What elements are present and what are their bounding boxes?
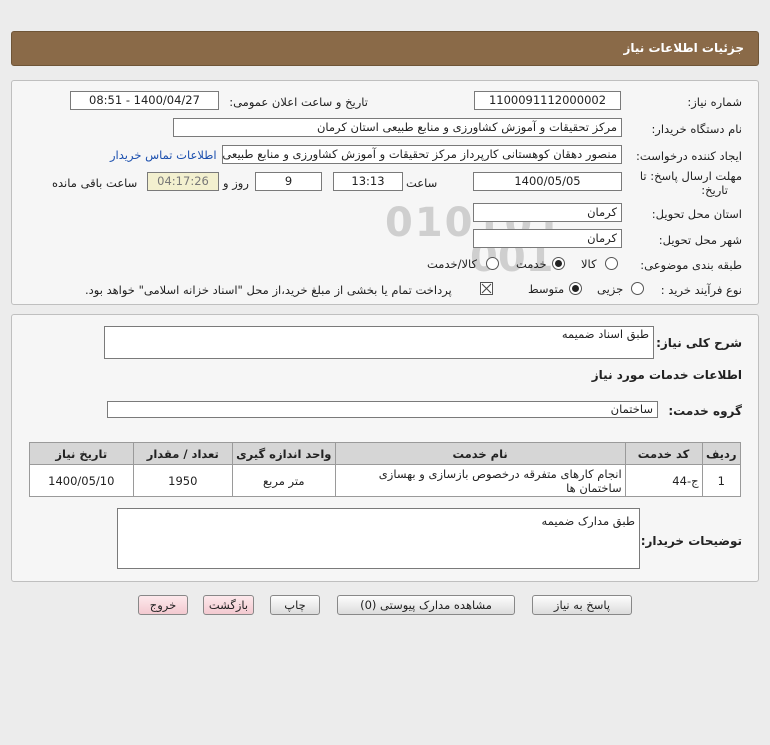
- payment-note: پرداخت تمام یا بخشی از مبلغ خرید،از محل …: [85, 283, 452, 297]
- checkbox-x-icon: [481, 283, 492, 294]
- remaining-time-field: 04:17:26: [147, 172, 219, 191]
- buyer-org-label: نام دستگاه خریدار:: [651, 122, 742, 136]
- contact-info-link[interactable]: اطلاعات تماس خریدار: [110, 148, 217, 162]
- col-row-header: ردیف: [701, 442, 742, 465]
- table-header-row: ردیف کد خدمت نام خدمت واحد اندازه گیری ت…: [29, 442, 742, 465]
- print-button[interactable]: چاپ: [270, 595, 320, 615]
- category-radio-goods-service[interactable]: [486, 257, 499, 270]
- col-unit-header: واحد اندازه گیری: [232, 442, 336, 465]
- deadline-label-2: تاریخ:: [701, 183, 728, 197]
- category-option-goods: کالا: [581, 257, 597, 271]
- service-group-field: ساختمان: [107, 401, 658, 418]
- province-label: استان محل تحویل:: [651, 207, 742, 221]
- col-name-header: نام خدمت: [334, 442, 626, 465]
- buyer-notes-field: طبق مدارک ضمیمه: [117, 508, 640, 569]
- view-attachments-button[interactable]: مشاهده مدارک پیوستی (0): [337, 595, 515, 615]
- category-radio-service[interactable]: [552, 257, 565, 270]
- services-table: ردیف کد خدمت نام خدمت واحد اندازه گیری ت…: [29, 442, 742, 497]
- col-date-header: تاریخ نیاز: [29, 442, 134, 465]
- city-label: شهر محل تحویل:: [658, 233, 742, 247]
- province-field: کرمان: [473, 203, 622, 222]
- announce-field: 1400/04/27 - 08:51: [70, 91, 219, 110]
- summary-field: طبق اسناد ضمیمه: [104, 326, 654, 359]
- city-field: کرمان: [473, 229, 622, 248]
- category-option-goods-service: کالا/خدمت: [427, 257, 478, 271]
- creator-label: ایجاد کننده درخواست:: [636, 149, 742, 163]
- buyer-org-field: مرکز تحقیقات و آموزش کشاورزی و منابع طبی…: [173, 118, 622, 137]
- category-radio-goods[interactable]: [605, 257, 618, 270]
- process-option-minor: جزیی: [597, 282, 624, 296]
- services-heading: اطلاعات خدمات مورد نیاز: [591, 368, 742, 382]
- cell-service-code: ج-44: [624, 464, 703, 497]
- col-qty-header: تعداد / مقدار: [132, 442, 234, 465]
- category-option-service: خدمت: [516, 257, 547, 271]
- need-number-field: 1100091112000002: [474, 91, 621, 110]
- announce-label: تاریخ و ساعت اعلان عمومی:: [229, 95, 368, 109]
- need-number-label: شماره نیاز:: [687, 95, 742, 109]
- remaining-label: ساعت باقی مانده: [52, 176, 138, 190]
- page-title: جزئیات اطلاعات نیاز: [623, 41, 744, 55]
- cell-service-name: انجام کارهای متفرقه درخصوص بازسازی و بهس…: [334, 464, 626, 497]
- cell-unit: متر مربع: [232, 464, 336, 497]
- deadline-label-1: مهلت ارسال پاسخ: تا: [639, 169, 742, 183]
- back-button[interactable]: بازگشت: [203, 595, 254, 615]
- table-row: 1 ج-44 انجام کارهای متفرقه درخصوص بازساز…: [29, 464, 742, 497]
- exit-button[interactable]: خروج: [138, 595, 188, 615]
- days-label: روز و: [223, 176, 249, 190]
- cell-quantity: 1950: [132, 464, 234, 497]
- deadline-time-field: 13:13: [333, 172, 403, 191]
- process-label: نوع فرآیند خرید :: [660, 283, 742, 297]
- days-field: 9: [255, 172, 322, 191]
- buyer-notes-label: توضیحات خریدار:: [640, 534, 742, 548]
- reply-button[interactable]: پاسخ به نیاز: [532, 595, 632, 615]
- category-label: طبقه بندی موضوعی:: [640, 258, 742, 272]
- creator-field: منصور دهقان کوهستانی کارپرداز مرکز تحقیق…: [222, 145, 622, 164]
- treasury-checkbox[interactable]: [480, 282, 493, 295]
- deadline-date-field: 1400/05/05: [473, 172, 622, 191]
- cell-need-date: 1400/05/10: [29, 464, 134, 497]
- cell-row-number: 1: [701, 464, 742, 497]
- summary-label: شرح کلی نیاز:: [656, 336, 742, 350]
- process-radio-medium[interactable]: [569, 282, 582, 295]
- process-option-medium: متوسط: [528, 282, 565, 296]
- col-code-header: کد خدمت: [624, 442, 703, 465]
- process-radio-minor[interactable]: [631, 282, 644, 295]
- deadline-time-label: ساعت: [406, 176, 438, 190]
- page-header: جزئیات اطلاعات نیاز: [11, 31, 759, 66]
- service-group-label: گروه خدمت:: [668, 404, 742, 418]
